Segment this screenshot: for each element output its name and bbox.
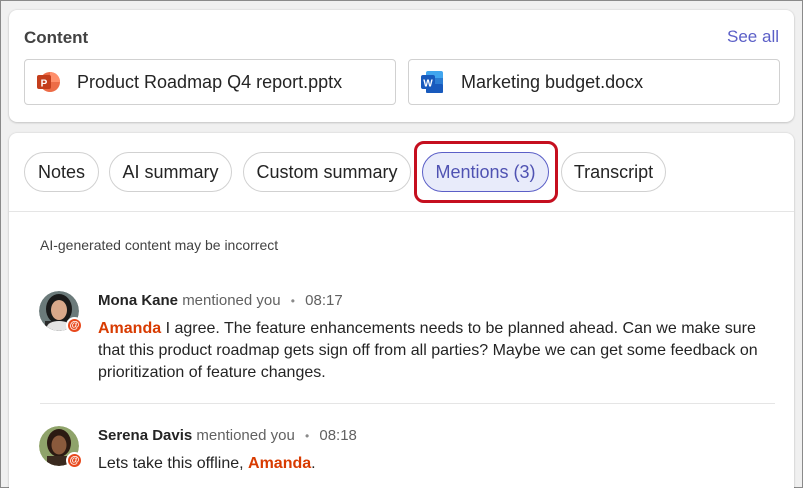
tab-custom-summary[interactable]: Custom summary xyxy=(243,152,411,192)
mention-text: Lets take this offline, Amanda. xyxy=(98,453,778,475)
mention-header: Serena Davis mentioned you • 08:18 xyxy=(98,427,357,444)
mention-text: Amanda I agree. The feature enhancements… xyxy=(98,318,778,384)
author-name: Serena Davis xyxy=(98,427,193,444)
mention-message: Lets take this offline, xyxy=(98,455,249,472)
author-name: Mona Kane xyxy=(98,292,179,309)
mention-time: 08:17 xyxy=(305,292,343,309)
ai-disclaimer: AI-generated content may be incorrect xyxy=(40,237,279,253)
powerpoint-icon: P xyxy=(37,72,60,92)
tab-transcript[interactable]: Transcript xyxy=(561,152,666,192)
meeting-recap-card: Notes AI summary Custom summary Mentions… xyxy=(9,133,794,488)
word-icon: W xyxy=(421,71,443,93)
file-name: Product Roadmap Q4 report.pptx xyxy=(77,71,343,92)
see-all-link[interactable]: See all xyxy=(727,27,779,47)
mention-time: 08:18 xyxy=(319,427,357,444)
divider xyxy=(40,403,775,404)
mention-header: Mona Kane mentioned you • 08:17 xyxy=(98,292,343,309)
mention-badge-icon: @ xyxy=(66,452,83,469)
tab-mentions[interactable]: Mentions (3) xyxy=(422,152,549,192)
file-name: Marketing budget.docx xyxy=(461,71,644,92)
tab-ai-summary[interactable]: AI summary xyxy=(109,152,232,192)
file-chip-roadmap[interactable]: P Product Roadmap Q4 report.pptx xyxy=(24,59,396,105)
file-chip-budget[interactable]: W Marketing budget.docx xyxy=(408,59,780,105)
mention-badge-icon: @ xyxy=(66,317,83,334)
mention-verb: mentioned you xyxy=(182,292,281,309)
tab-notes[interactable]: Notes xyxy=(24,152,99,192)
separator-dot: • xyxy=(290,294,295,308)
content-section-title: Content xyxy=(24,28,89,47)
avatar: @ xyxy=(39,426,83,469)
svg-text:P: P xyxy=(41,79,48,90)
svg-text:W: W xyxy=(423,79,433,90)
separator-dot: • xyxy=(304,429,310,443)
avatar: @ xyxy=(39,291,83,334)
tab-bar: Notes AI summary Custom summary Mentions… xyxy=(9,133,794,212)
mention-tag: Amanda xyxy=(248,455,312,472)
content-card: Content See all P Product Roadmap Q4 rep… xyxy=(9,10,794,122)
mention-message: I agree. The feature enhancements needs … xyxy=(98,320,758,381)
mention-tag: Amanda xyxy=(98,320,162,337)
mention-verb: mentioned you xyxy=(196,427,295,444)
mention-message-end: . xyxy=(311,455,316,472)
